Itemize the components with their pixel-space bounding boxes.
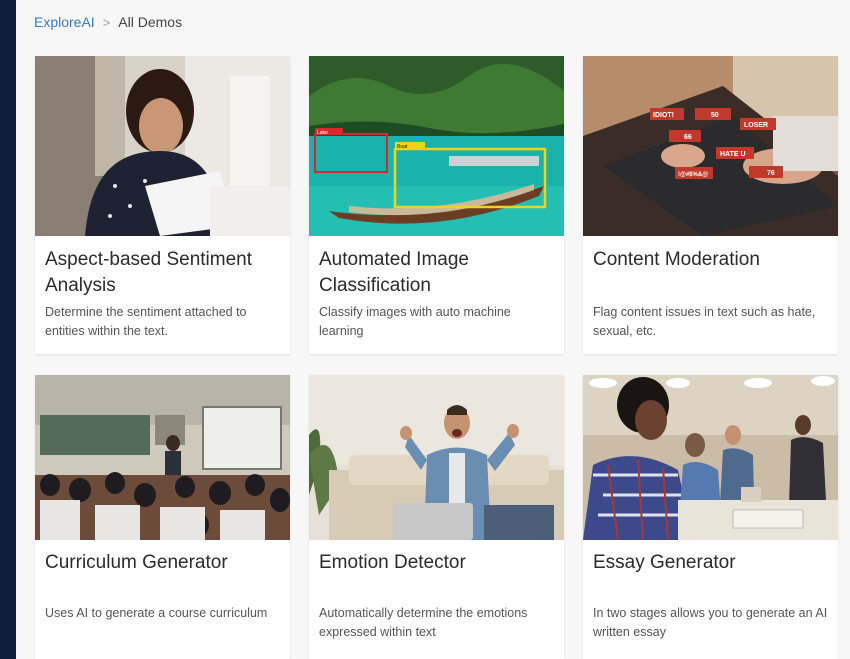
card-title: Essay Generator	[593, 552, 736, 573]
card-description: Automatically determine the emotions exp…	[319, 606, 528, 639]
demo-card-aspect-sentiment[interactable]: Aspect-based Sentiment Analysis Determin…	[35, 56, 290, 354]
card-description: In two stages allows you to generate an …	[593, 606, 828, 639]
excited-man-photo	[309, 375, 564, 540]
tag-66: 66	[684, 134, 692, 141]
demo-card-image-classification[interactable]: Lake Boat Automated Image Classification…	[309, 56, 564, 354]
card-title: Automated Image Classification	[319, 249, 469, 296]
card-title: Emotion Detector	[319, 552, 466, 573]
card-description: Determine the sentiment attached to enti…	[45, 305, 247, 338]
tag-hate-u: HATE U	[720, 151, 746, 158]
card-title: Aspect-based Sentiment Analysis	[45, 249, 253, 296]
demo-card-curriculum-generator[interactable]: Curriculum Generator Uses AI to generate…	[35, 375, 290, 659]
card-title: Content Moderation	[593, 249, 760, 270]
tag-boat: Boat	[397, 144, 408, 150]
content-area: ExploreAI > All Demos Aspect-based Senti…	[16, 0, 850, 659]
classroom-photo	[35, 375, 290, 540]
card-description: Flag content issues in text such as hate…	[593, 305, 816, 338]
tag-76: 76	[767, 170, 775, 177]
tag-idiot: IDIOT!	[653, 112, 674, 119]
tag-loser: LOSER	[744, 122, 768, 129]
woman-reading-photo	[35, 56, 290, 236]
breadcrumb-home-link[interactable]: ExploreAI	[34, 14, 95, 30]
card-description: Uses AI to generate a course curriculum	[45, 606, 268, 620]
tag-lake: Lake	[317, 130, 328, 136]
boat-lake-photo: Lake Boat	[309, 56, 564, 236]
demo-card-emotion-detector[interactable]: Emotion Detector Automatically determine…	[309, 375, 564, 659]
breadcrumb-current: All Demos	[118, 14, 183, 30]
tag-50: 50	[711, 112, 719, 119]
laptop-typing-photo: IDIOT! 50 66 LOSER HATE U !@#$%&@ 76	[583, 56, 838, 236]
students-writing-photo	[583, 375, 838, 540]
demo-card-content-moderation[interactable]: IDIOT! 50 66 LOSER HATE U !@#$%&@ 76 Con…	[583, 56, 838, 354]
breadcrumb-separator: >	[102, 14, 111, 30]
tag-symbols: !@#$%&@	[678, 172, 708, 178]
breadcrumb: ExploreAI > All Demos	[34, 14, 182, 30]
card-description: Classify images with auto machine learni…	[319, 305, 511, 338]
demo-card-essay-generator[interactable]: Essay Generator In two stages allows you…	[583, 375, 838, 659]
card-title: Curriculum Generator	[45, 552, 228, 573]
